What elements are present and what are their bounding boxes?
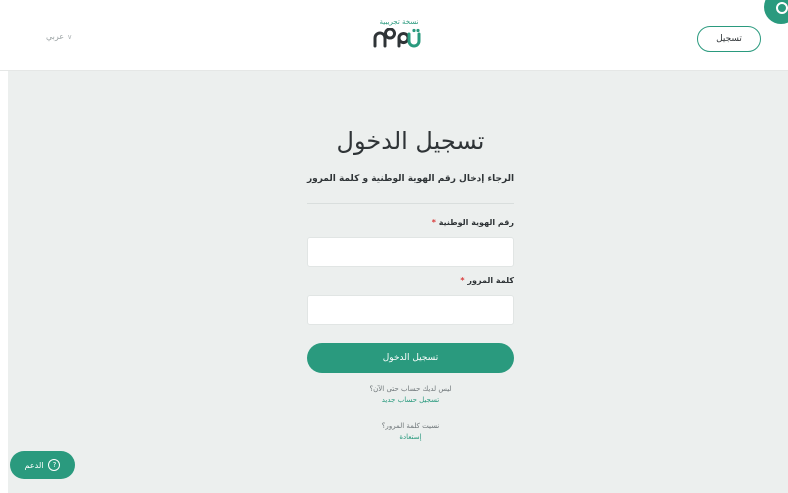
signup-button[interactable]: تسجيل xyxy=(697,26,761,52)
logo-tagline: نسخة تجريبية xyxy=(379,18,419,26)
top-header: عربي ∨ نسخة تجريبية تسجيل xyxy=(0,0,788,71)
page-title: تسجيل الدخول xyxy=(336,127,485,155)
password-field[interactable] xyxy=(307,295,514,325)
no-account-text: ليس لديك حساب حتى الآن؟ xyxy=(369,385,452,393)
question-icon: ? xyxy=(48,459,61,471)
national-id-label: رقم الهوية الوطنية * xyxy=(432,218,514,227)
required-marker: * xyxy=(431,218,436,227)
divider xyxy=(307,203,514,204)
page-subtitle: الرجاء إدخال رقم الهوية الوطنية و كلمة ا… xyxy=(306,174,515,184)
required-marker: * xyxy=(460,276,465,285)
logo: نسخة تجريبية xyxy=(364,18,434,54)
recover-password-link[interactable]: إستعادة xyxy=(307,433,514,441)
logo-mark-icon xyxy=(373,28,421,48)
chevron-down-icon: ∨ xyxy=(67,32,73,41)
support-button[interactable]: الدعم ? xyxy=(10,451,75,479)
password-label: كلمة المرور * xyxy=(460,276,514,285)
language-label: عربي xyxy=(46,32,65,41)
register-link[interactable]: تسجيل حساب جديد xyxy=(307,396,514,404)
password-label-text: كلمة المرور xyxy=(467,276,514,285)
login-page-background: تسجيل الدخول الرجاء إدخال رقم الهوية الو… xyxy=(8,71,788,493)
national-id-field[interactable] xyxy=(307,237,514,267)
forgot-password-text: نسيت كلمة المرور؟ xyxy=(381,422,440,430)
login-button[interactable]: تسجيل الدخول xyxy=(307,343,514,373)
national-id-label-text: رقم الهوية الوطنية xyxy=(438,218,514,227)
language-switcher[interactable]: عربي ∨ xyxy=(46,32,72,41)
support-label: الدعم xyxy=(24,460,44,470)
